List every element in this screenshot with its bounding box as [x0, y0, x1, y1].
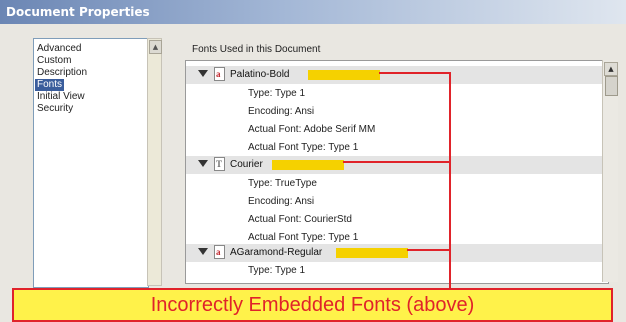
font-detail: Type: Type 1 [248, 88, 306, 99]
fonts-group-label: Fonts Used in this Document [192, 44, 321, 55]
font-detail: Type: Type 1 [248, 265, 306, 276]
font-name: Palatino-Bold [230, 69, 290, 80]
font-detail: Actual Font Type: Type 1 [248, 142, 359, 153]
font-detail: Actual Font: CourierStd [248, 214, 352, 225]
fonts-tree[interactable]: a Palatino-Bold Type: Type 1 Encoding: A… [185, 60, 609, 284]
expand-triangle-icon[interactable] [198, 160, 208, 167]
font-name: Courier [230, 159, 263, 170]
category-list-scrollbar[interactable]: ▲ [147, 38, 162, 286]
scroll-up-icon[interactable]: ▲ [604, 62, 618, 76]
font-detail: Encoding: Ansi [248, 196, 315, 207]
highlight-marker [308, 70, 380, 80]
callout-connector [379, 72, 451, 74]
font-row-palatino-bold[interactable]: a Palatino-Bold [186, 66, 606, 84]
font-detail: Actual Font Type: Type 1 [248, 232, 359, 243]
category-item-description[interactable]: Description [37, 67, 87, 79]
font-row-agaramond-regular[interactable]: a AGaramond-Regular [186, 244, 606, 262]
category-item-fonts[interactable]: Fonts [35, 79, 65, 91]
title-bar: Document Properties [0, 0, 626, 24]
category-item-security[interactable]: Security [37, 103, 73, 115]
pdf-font-icon: a [214, 67, 225, 81]
callout-connector [449, 72, 451, 289]
scroll-up-icon[interactable]: ▲ [149, 40, 162, 54]
scroll-thumb[interactable] [605, 76, 618, 96]
callout-text: Incorrectly Embedded Fonts (above) [150, 294, 475, 316]
expand-triangle-icon[interactable] [198, 70, 208, 77]
category-item-initial-view[interactable]: Initial View [37, 91, 85, 103]
category-item-custom[interactable]: Custom [37, 55, 71, 67]
highlight-marker [336, 248, 408, 258]
font-detail: Actual Font: Adobe Serif MM [248, 124, 376, 135]
font-name: AGaramond-Regular [230, 247, 323, 258]
category-list[interactable]: Advanced Custom Description Fonts Initia… [33, 38, 149, 288]
callout-connector [407, 249, 451, 251]
callout-connector [343, 161, 451, 163]
truetype-font-icon: T [214, 157, 225, 171]
callout-banner: Incorrectly Embedded Fonts (above) [12, 288, 613, 322]
window-title: Document Properties [6, 5, 150, 19]
expand-triangle-icon[interactable] [198, 248, 208, 255]
font-row-courier[interactable]: T Courier [186, 156, 606, 174]
font-detail: Encoding: Ansi [248, 106, 315, 117]
pdf-font-icon: a [214, 245, 225, 259]
font-detail: Type: TrueType [248, 178, 317, 189]
highlight-marker [272, 160, 344, 170]
fonts-tree-scrollbar[interactable]: ▲ [602, 60, 618, 282]
category-item-advanced[interactable]: Advanced [37, 43, 81, 55]
